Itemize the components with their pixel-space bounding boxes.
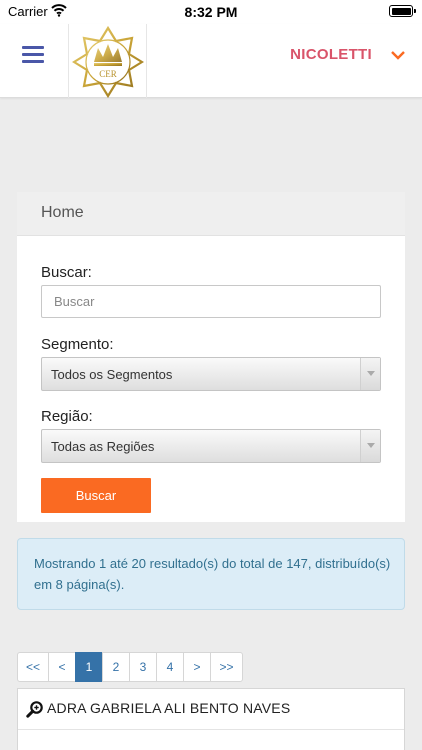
page-4-button[interactable]: 4	[156, 652, 184, 682]
status-bar: Carrier 8:32 PM	[0, 0, 422, 24]
chevron-down-icon[interactable]	[390, 48, 406, 66]
region-select[interactable]: Todas as Regiões	[41, 429, 381, 463]
clock: 8:32 PM	[184, 4, 238, 20]
panel-title: Home	[17, 192, 405, 236]
divider	[18, 729, 404, 730]
region-selected-value: Todas as Regiões	[51, 439, 155, 454]
segment-label: Segmento:	[41, 336, 114, 353]
page-3-button[interactable]: 3	[129, 652, 157, 682]
page-1-button[interactable]: 1	[75, 652, 103, 682]
search-label: Buscar:	[41, 264, 92, 281]
last-page-button[interactable]: >>	[210, 652, 243, 682]
battery-icon	[389, 5, 416, 17]
segment-select[interactable]: Todos os Segmentos	[41, 357, 381, 391]
dropdown-arrow-icon	[360, 430, 380, 462]
region-label: Região:	[41, 408, 93, 425]
result-name[interactable]: ADRA GABRIELA ALI BENTO NAVES	[47, 700, 290, 716]
logo-text: CER	[99, 69, 117, 79]
search-input[interactable]	[41, 285, 381, 318]
user-name[interactable]: NICOLETTI	[290, 46, 372, 63]
logo[interactable]: CER	[68, 24, 147, 98]
search-panel: Home Buscar: Segmento: Todos os Segmento…	[17, 192, 405, 522]
top-navbar: CER NICOLETTI	[0, 24, 422, 98]
hamburger-menu-icon[interactable]	[22, 46, 44, 64]
dropdown-arrow-icon	[360, 358, 380, 390]
magnifier-icon[interactable]	[26, 700, 44, 723]
search-button[interactable]: Buscar	[41, 478, 151, 513]
previous-page-button[interactable]: <	[48, 652, 76, 682]
crown-logo-icon: CER	[72, 26, 144, 98]
page-2-button[interactable]: 2	[102, 652, 130, 682]
next-page-button[interactable]: >	[183, 652, 211, 682]
results-info-alert: Mostrando 1 até 20 resultado(s) do total…	[17, 538, 405, 610]
first-page-button[interactable]: <<	[17, 652, 49, 682]
pagination: << < 1 2 3 4 > >>	[17, 652, 243, 682]
segment-selected-value: Todos os Segmentos	[51, 367, 173, 382]
list-item[interactable]: ADRA GABRIELA ALI BENTO NAVES	[17, 688, 405, 750]
